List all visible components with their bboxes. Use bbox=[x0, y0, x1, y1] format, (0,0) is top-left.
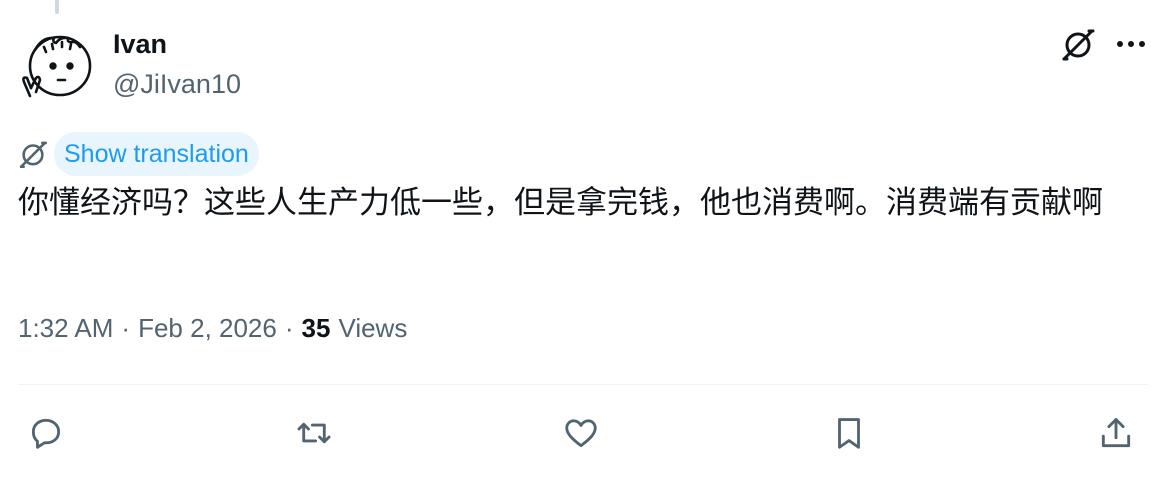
reply-button[interactable] bbox=[24, 411, 68, 455]
tweet-metadata: 1:32 AM · Feb 2, 2026 · 35 Views bbox=[18, 312, 407, 344]
more-icon[interactable] bbox=[1116, 24, 1146, 64]
tweet-text: 你懂经济吗？这些人生产力低一些，但是拿完钱，他也消费啊。消费端有贡献啊 bbox=[18, 185, 1103, 220]
bookmark-icon bbox=[837, 418, 860, 449]
share-button[interactable] bbox=[1094, 411, 1138, 455]
display-name[interactable]: Ivan bbox=[113, 28, 167, 60]
retweet-icon bbox=[297, 422, 330, 444]
retweet-button[interactable] bbox=[292, 411, 336, 455]
meta-separator: · bbox=[284, 313, 294, 343]
views-label[interactable]: Views bbox=[338, 312, 407, 344]
translate-globe-icon bbox=[16, 137, 50, 171]
meta-separator: · bbox=[121, 313, 131, 343]
user-handle[interactable]: @JiIvan10 bbox=[113, 68, 241, 100]
views-count[interactable]: 35 bbox=[302, 312, 331, 344]
tweet-time[interactable]: 1:32 AM bbox=[18, 312, 113, 344]
tweet-action-bar bbox=[24, 408, 1138, 458]
translate-icon[interactable] bbox=[1058, 24, 1098, 64]
avatar[interactable] bbox=[18, 28, 98, 108]
divider bbox=[18, 384, 1148, 385]
translation-row: Show translation bbox=[16, 132, 259, 176]
tweet-date[interactable]: Feb 2, 2026 bbox=[138, 312, 277, 344]
like-icon bbox=[565, 419, 597, 448]
thread-connector-line bbox=[55, 0, 59, 14]
share-icon bbox=[1101, 418, 1131, 448]
reply-icon bbox=[31, 418, 61, 449]
tweet-header-actions bbox=[1058, 24, 1146, 64]
like-button[interactable] bbox=[559, 411, 603, 455]
bookmark-button[interactable] bbox=[827, 411, 871, 455]
show-translation-button[interactable]: Show translation bbox=[54, 132, 259, 176]
